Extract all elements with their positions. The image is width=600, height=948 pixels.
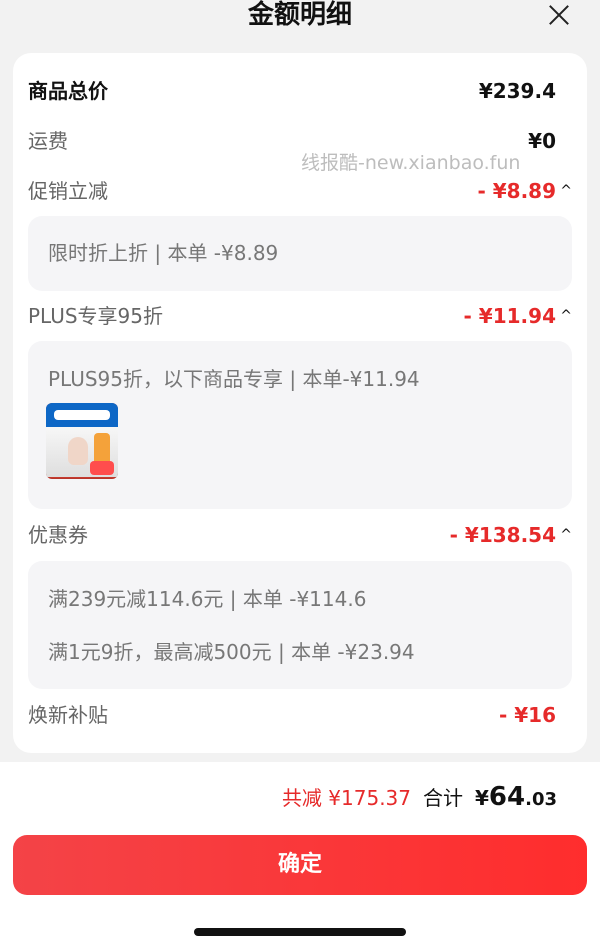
total-integer: 64 <box>488 782 526 812</box>
plus-row[interactable]: PLUS专享95折 - ¥11.94 ^ <box>28 300 572 332</box>
shipping-value: ¥0 <box>528 129 556 153</box>
plus-detail-line: PLUS95折，以下商品专享 | 本单-¥11.94 <box>48 367 420 391</box>
product-thumbnail[interactable] <box>46 403 118 479</box>
product-person-shape <box>68 437 88 465</box>
goods-total-value: ¥239.4 <box>478 79 556 103</box>
header: 金额明细 <box>0 0 600 40</box>
total-reduction: 共减 ¥175.37 <box>281 786 411 810</box>
promotion-detail-box: 限时折上折 | 本单 -¥8.89 <box>28 216 572 291</box>
goods-total-label: 商品总价 <box>28 79 108 103</box>
coupon-label: 优惠券 <box>28 523 88 547</box>
coupon-detail-line-1: 满239元减114.6元 | 本单 -¥114.6 <box>48 587 367 611</box>
amount-detail-page: 金额明细 商品总价 ¥239.4 运费 ¥0 线报酷-new.xianbao.f… <box>0 0 600 948</box>
product-price-badge-shape <box>90 461 114 475</box>
total-decimal: .03 <box>525 789 557 810</box>
subsidy-label: 焕新补贴 <box>28 703 108 727</box>
plus-value: - ¥11.94 <box>463 304 556 328</box>
chevron-up-icon[interactable]: ^ <box>560 179 572 203</box>
confirm-button[interactable]: 确定 <box>13 835 587 895</box>
total-value: ¥64.03 <box>475 782 557 812</box>
watermark-text: 线报酷-new.xianbao.fun <box>301 152 521 174</box>
currency-symbol: ¥ <box>475 786 489 810</box>
subsidy-value: - ¥16 <box>498 703 556 727</box>
plus-label: PLUS专享95折 <box>28 304 163 328</box>
coupon-row[interactable]: 优惠券 - ¥138.54 ^ <box>28 519 572 551</box>
close-icon[interactable] <box>546 2 572 28</box>
promotion-row[interactable]: 促销立减 - ¥8.89 ^ <box>28 175 572 207</box>
shipping-label: 运费 <box>28 129 68 153</box>
chevron-up-icon[interactable]: ^ <box>560 523 572 547</box>
coupon-value: - ¥138.54 <box>449 523 556 547</box>
bottom-bar: 共减 ¥175.37 合计 ¥64.03 确定 <box>0 762 600 948</box>
promotion-detail-line: 限时折上折 | 本单 -¥8.89 <box>48 241 279 265</box>
promotion-value: - ¥8.89 <box>477 179 556 203</box>
chevron-up-icon[interactable]: ^ <box>560 304 572 328</box>
coupon-detail-line-2: 满1元9折，最高减500元 | 本单 -¥23.94 <box>48 640 415 664</box>
home-indicator <box>194 928 406 936</box>
total-label: 合计 <box>423 786 463 810</box>
page-title: 金额明细 <box>247 0 352 30</box>
product-title-shape <box>54 410 110 420</box>
promotion-label: 促销立减 <box>28 179 108 203</box>
coupon-detail-box: 满239元减114.6元 | 本单 -¥114.6 满1元9折，最高减500元 … <box>28 561 572 689</box>
goods-total-row: 商品总价 ¥239.4 <box>28 75 572 107</box>
plus-detail-box: PLUS95折，以下商品专享 | 本单-¥11.94 <box>28 341 572 509</box>
subsidy-row: 焕新补贴 - ¥16 <box>28 699 572 731</box>
price-summary: 共减 ¥175.37 合计 ¥64.03 <box>282 782 557 812</box>
detail-card: 商品总价 ¥239.4 运费 ¥0 线报酷-new.xianbao.fun 促销… <box>13 53 587 753</box>
